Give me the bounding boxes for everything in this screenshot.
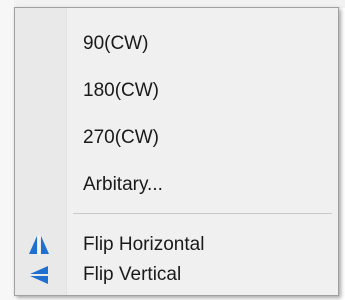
screenshot-stage: 90(CW) 180(CW) 270(CW) Arbitary... Flip … bbox=[0, 0, 345, 300]
flip-horizontal-icon bbox=[27, 233, 51, 257]
menu-item-rotate-90[interactable]: 90(CW) bbox=[15, 25, 338, 63]
menu-item-label: Arbitary... bbox=[83, 174, 163, 195]
menu-item-label: Flip Vertical bbox=[83, 264, 182, 285]
menu-item-flip-vertical[interactable]: Flip Vertical bbox=[15, 256, 338, 294]
menu-separator bbox=[73, 213, 332, 214]
menu-item-label: 270(CW) bbox=[83, 127, 160, 148]
flip-vertical-icon bbox=[27, 263, 51, 287]
menu-item-rotate-arbitrary[interactable]: Arbitary... bbox=[15, 166, 338, 204]
rotate-context-menu: 90(CW) 180(CW) 270(CW) Arbitary... Flip … bbox=[14, 7, 339, 296]
menu-item-label: 90(CW) bbox=[83, 33, 149, 54]
menu-item-label: Flip Horizontal bbox=[83, 234, 205, 255]
menu-item-rotate-180[interactable]: 180(CW) bbox=[15, 72, 338, 110]
menu-item-label: 180(CW) bbox=[83, 80, 160, 101]
background-window-left bbox=[0, 0, 14, 300]
menu-item-rotate-270[interactable]: 270(CW) bbox=[15, 119, 338, 157]
